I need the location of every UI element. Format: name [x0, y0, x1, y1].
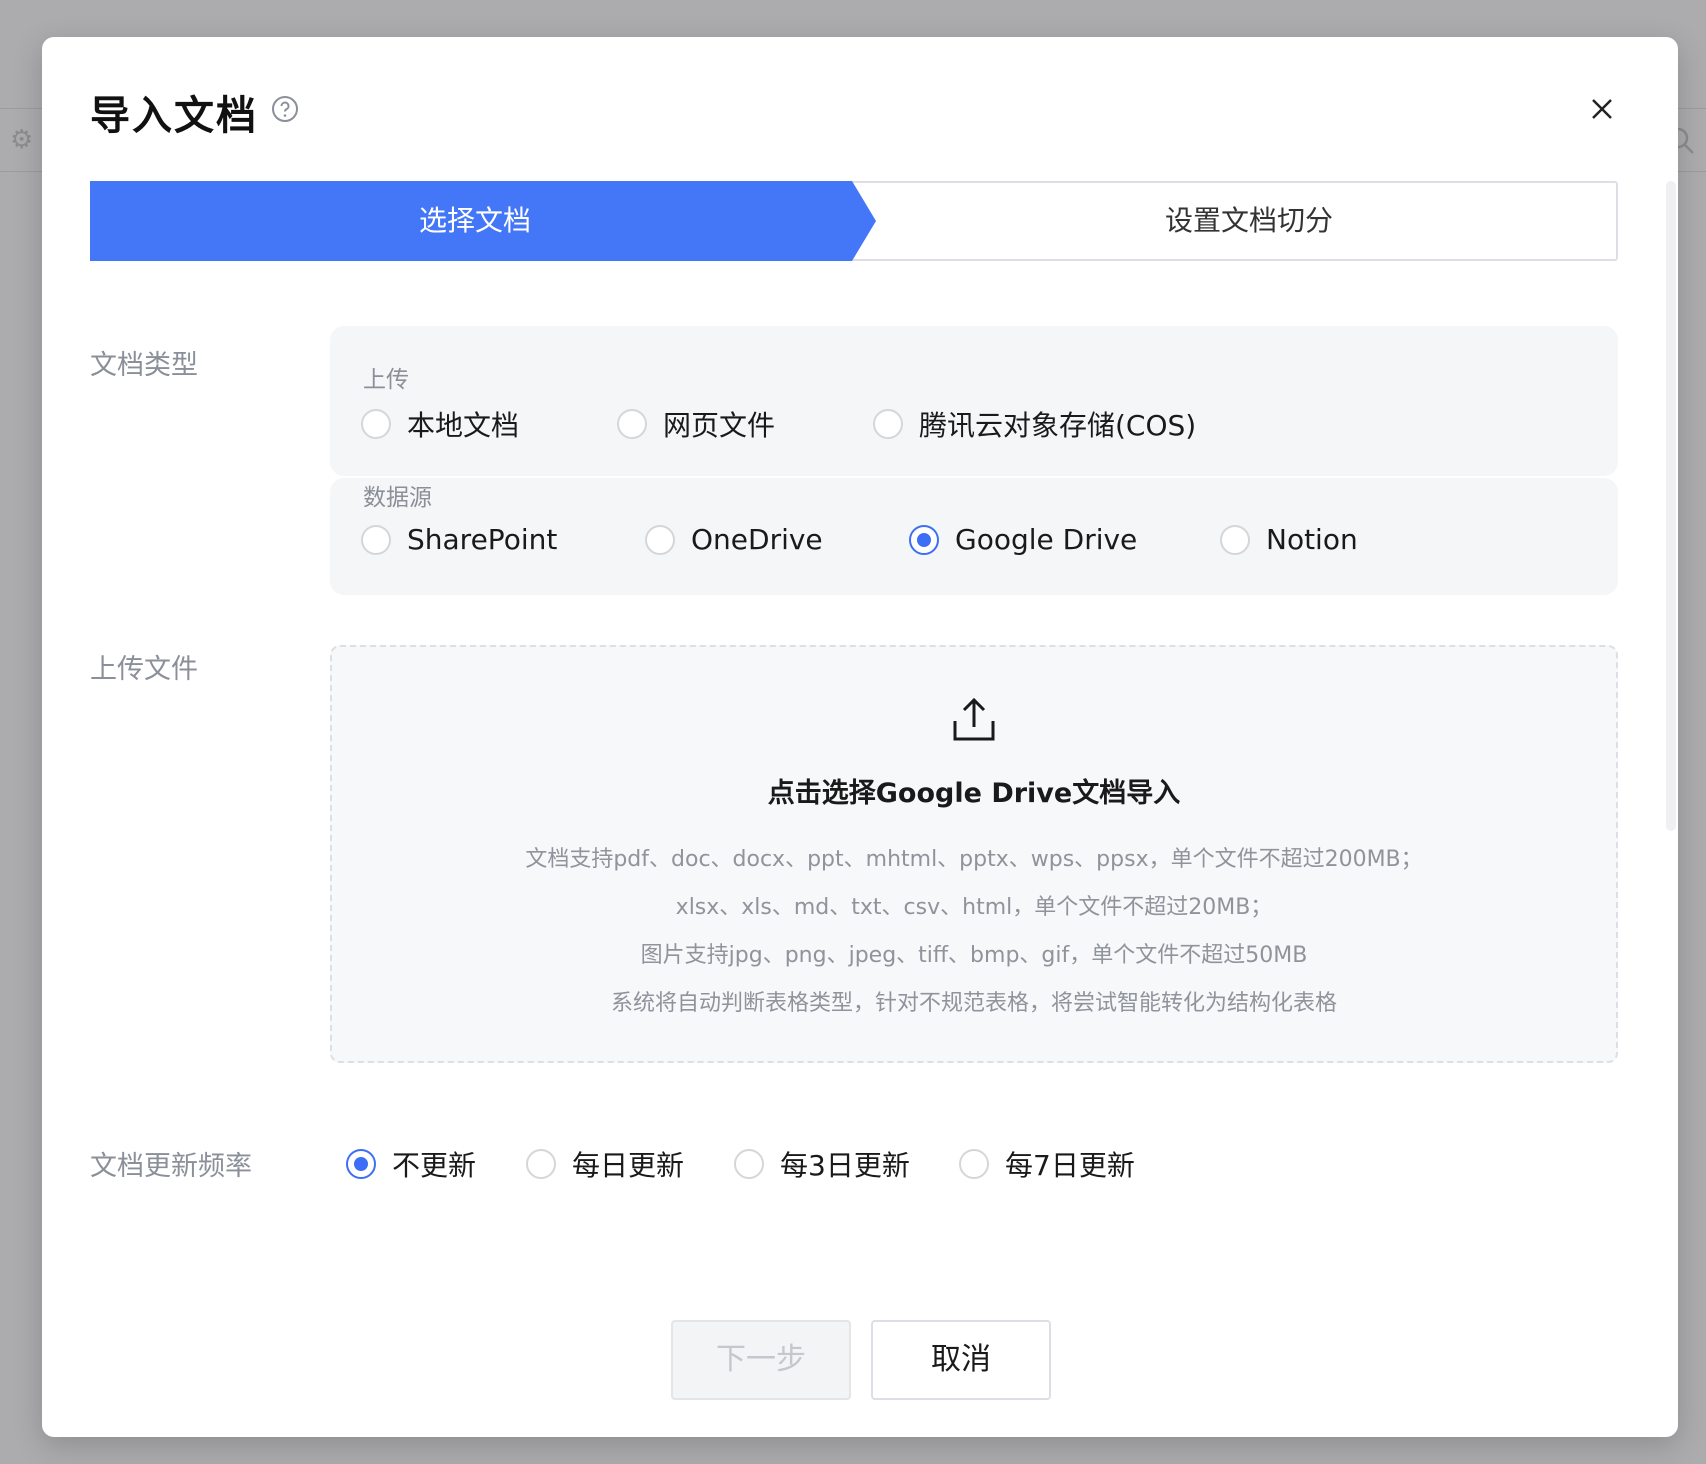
upload-note-1: 文档支持pdf、doc、docx、ppt、mhtml、pptx、wps、ppsx… [525, 847, 1423, 872]
radio-label: Notion [1266, 523, 1358, 556]
radio-circle[interactable] [645, 524, 675, 555]
step-indicator: 选择文档 设置文档切分 [90, 181, 1618, 261]
step-select-document[interactable]: 选择文档 [90, 181, 860, 261]
step-document-split[interactable]: 设置文档切分 [880, 181, 1618, 261]
upload-note-3: 图片支持jpg、png、jpeg、tiff、bmp、gif，单个文件不超过50M… [640, 943, 1308, 968]
upload-title: 点击选择Google Drive文档导入 [767, 778, 1181, 809]
radio-web-file[interactable]: 网页文件 [617, 404, 775, 444]
update-frequency-label: 文档更新频率 [90, 1151, 252, 1182]
import-document-dialog: 导入文档 选择文档 设置文档切分 文档类型 上传 本地文档 网页文件 腾讯云对象… [42, 37, 1678, 1437]
upload-note-4: 系统将自动判断表格类型，针对不规范表格，将尝试智能转化为结构化表格 [610, 991, 1337, 1016]
radio-label: 本地文档 [407, 409, 520, 442]
radio-circle[interactable] [959, 1149, 989, 1179]
upload-dropzone[interactable]: 点击选择Google Drive文档导入 文档支持pdf、doc、docx、pp… [330, 645, 1618, 1063]
radio-label: 每7日更新 [1005, 1149, 1135, 1182]
radio-onedrive[interactable]: OneDrive [645, 523, 823, 556]
upload-icon [953, 697, 995, 741]
upload-group-title: 上传 [363, 367, 409, 393]
radio-circle[interactable] [1220, 524, 1250, 555]
radio-label: 每日更新 [572, 1149, 685, 1182]
radio-no-update[interactable]: 不更新 [346, 1144, 476, 1184]
radio-google-drive[interactable]: Google Drive [909, 523, 1137, 556]
radio-label: 腾讯云对象存储(COS) [919, 409, 1197, 442]
radio-circle[interactable] [361, 409, 391, 439]
radio-7day-update[interactable]: 每7日更新 [959, 1144, 1135, 1184]
cancel-button[interactable]: 取消 [871, 1320, 1051, 1400]
radio-notion[interactable]: Notion [1220, 523, 1358, 556]
data-source-panel: 数据源 SharePoint OneDrive Google Drive Not… [330, 478, 1618, 595]
radio-circle[interactable] [617, 409, 647, 439]
radio-3day-update[interactable]: 每3日更新 [734, 1144, 910, 1184]
radio-circle[interactable] [526, 1149, 556, 1179]
radio-sharepoint[interactable]: SharePoint [361, 523, 557, 556]
next-step-button[interactable]: 下一步 [671, 1320, 851, 1400]
radio-circle[interactable] [346, 1149, 376, 1179]
radio-label: OneDrive [691, 523, 823, 556]
radio-label: Google Drive [955, 523, 1138, 556]
radio-cos[interactable]: 腾讯云对象存储(COS) [873, 404, 1196, 444]
radio-circle[interactable] [909, 524, 939, 555]
radio-circle[interactable] [361, 524, 391, 555]
source-group-title: 数据源 [363, 485, 432, 511]
radio-daily-update[interactable]: 每日更新 [526, 1144, 684, 1184]
scrollbar[interactable] [1666, 181, 1676, 831]
upload-source-panel: 上传 本地文档 网页文件 腾讯云对象存储(COS) [330, 326, 1618, 476]
close-icon[interactable] [1582, 89, 1622, 129]
help-icon[interactable] [271, 95, 299, 123]
dialog-title: 导入文档 [90, 93, 258, 139]
radio-label: 不更新 [392, 1149, 477, 1182]
radio-circle[interactable] [734, 1149, 764, 1179]
upload-note-2: xlsx、xls、md、txt、csv、html，单个文件不超过20MB； [675, 895, 1273, 920]
radio-label: 每3日更新 [780, 1149, 910, 1182]
radio-circle[interactable] [873, 409, 903, 439]
radio-label: SharePoint [407, 523, 558, 556]
gear-icon: ⚙ [10, 125, 34, 155]
radio-local-document[interactable]: 本地文档 [361, 404, 519, 444]
doc-type-label: 文档类型 [90, 350, 198, 381]
upload-file-label: 上传文件 [90, 654, 198, 685]
radio-label: 网页文件 [663, 409, 776, 442]
